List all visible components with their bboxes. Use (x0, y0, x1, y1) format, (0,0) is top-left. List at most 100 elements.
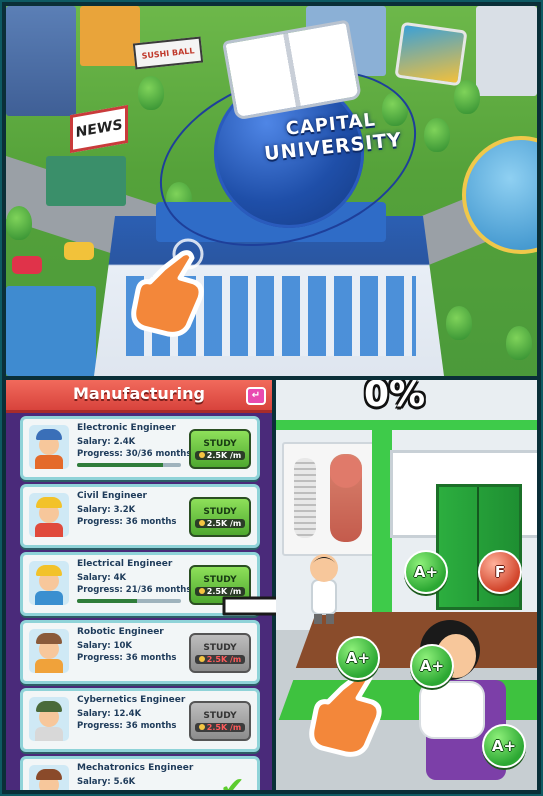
job-title: Cybernetics Engineer (77, 695, 186, 705)
coin-icon (198, 587, 205, 594)
muscle-figure (330, 454, 362, 542)
job-salary: Salary: 2.4K (77, 437, 136, 447)
avatar-body (35, 727, 63, 741)
progress-bar (77, 599, 181, 603)
job-salary: Salary: 10K (77, 641, 133, 651)
study-cost: 2.5K /m (194, 518, 246, 528)
anatomy-poster (282, 442, 376, 556)
grade-a-plus-bubble[interactable]: A+ (410, 644, 454, 688)
tap-hand-icon (131, 238, 204, 337)
building (6, 6, 76, 116)
engineer-avatar (29, 629, 69, 673)
tree (506, 326, 532, 360)
study-button-label: STUDY (203, 710, 237, 721)
study-button[interactable]: STUDY 2.5K /m (189, 497, 251, 537)
tree (138, 76, 164, 110)
job-panel: Manufacturing ↵ Electronic Engineer Salar… (6, 380, 272, 790)
job-salary: Salary: 5.6K (77, 777, 136, 787)
job-salary: Salary: 3.2K (77, 505, 136, 515)
avatar-hat (36, 633, 62, 644)
study-button-label: STUDY (203, 642, 237, 653)
building (6, 286, 96, 376)
study-cost-text: 2.5K /m (206, 518, 242, 528)
job-salary: Salary: 4K (77, 573, 127, 583)
car (64, 242, 94, 260)
engineer-avatar (29, 493, 69, 537)
study-cost: 2.5K /m (194, 722, 246, 732)
progress-bar-fill (77, 463, 164, 467)
door-split (477, 487, 479, 601)
job-progress: Progress: 30/36 months (77, 449, 192, 459)
job-progress: Progress: 21/36 months (77, 585, 192, 595)
job-title: Electronic Engineer (77, 423, 176, 433)
engineer-avatar (29, 765, 69, 790)
engineer-avatar (29, 697, 69, 741)
avatar-hat (36, 497, 62, 508)
shop-sign: SUSHI BALL (132, 36, 204, 70)
avatar-body (35, 455, 63, 469)
tree (454, 80, 480, 114)
car (12, 256, 42, 274)
study-button[interactable]: STUDY 2.5K /m (189, 633, 251, 673)
grade-a-plus-bubble[interactable]: A+ (336, 636, 380, 680)
engineer-avatar (29, 561, 69, 605)
progress-percent: 0% (364, 380, 426, 415)
panel-title: Manufacturing (73, 384, 205, 403)
app-frame: NEWS SUSHI BALL CAPITAL UNIVERSITY Manuf… (0, 0, 543, 796)
checkmark-icon: ✔ (219, 771, 245, 790)
progress-bar (77, 463, 181, 467)
job-card[interactable]: Cybernetics Engineer Salary: 12.4K Progres… (20, 688, 260, 752)
tree (446, 306, 472, 340)
avatar-hat (36, 769, 62, 780)
study-button-label: STUDY (203, 438, 237, 449)
study-button-label: STUDY (203, 574, 237, 585)
study-button[interactable]: STUDY 2.5K /m (189, 429, 251, 469)
avatar-hat (36, 565, 62, 576)
building (46, 156, 126, 206)
job-progress: Progress: 36 months (77, 653, 177, 663)
grade-a-plus-bubble[interactable]: A+ (482, 724, 526, 768)
job-progress: Progress: 36 months (77, 721, 177, 731)
job-card[interactable]: Robotic Engineer Salary: 10K Progress: 36 … (20, 620, 260, 684)
city-scene: NEWS SUSHI BALL CAPITAL UNIVERSITY (6, 6, 537, 376)
avatar-hat (36, 429, 62, 440)
grade-a-plus-bubble[interactable]: A+ (404, 550, 448, 594)
study-cost: 2.5K /m (194, 450, 246, 460)
job-card[interactable]: Mechatronics Engineer Salary: 5.6K ✔ (20, 756, 260, 790)
job-title: Civil Engineer (77, 491, 147, 501)
student-figure (310, 554, 338, 624)
job-card[interactable]: Civil Engineer Salary: 3.2K Progress: 36 m… (20, 484, 260, 548)
coin-icon (198, 655, 205, 662)
job-title: Robotic Engineer (77, 627, 164, 637)
avatar-hat (36, 701, 62, 712)
study-cost-text: 2.5K /m (206, 722, 242, 732)
study-cost-text: 2.5K /m (206, 654, 242, 664)
progress-bar-fill (77, 599, 138, 603)
avatar-body (35, 523, 63, 537)
study-button[interactable]: STUDY 2.5K /m (189, 701, 251, 741)
job-salary: Salary: 12.4K (77, 709, 142, 719)
tree (424, 118, 450, 152)
back-arrow-icon[interactable]: ↵ (246, 387, 266, 405)
engineer-avatar (29, 425, 69, 469)
building (476, 6, 537, 96)
job-card[interactable]: Electronic Engineer Salary: 2.4K Progress:… (20, 416, 260, 480)
billboard (394, 21, 468, 87)
job-progress: Progress: 36 months (77, 517, 177, 527)
skeleton-figure (294, 458, 316, 538)
job-title: Mechatronics Engineer (77, 763, 194, 773)
building (80, 6, 140, 66)
job-title: Electrical Engineer (77, 559, 173, 569)
coin-icon (198, 451, 205, 458)
study-cost: 2.5K /m (194, 654, 246, 664)
study-button-label: STUDY (203, 506, 237, 517)
panel-header: Manufacturing ↵ (6, 380, 272, 413)
avatar-body (35, 591, 63, 605)
grade-f-bubble[interactable]: F (478, 550, 522, 594)
wall-trim (276, 420, 537, 430)
study-cost-text: 2.5K /m (206, 450, 242, 460)
classroom-scene: 0% A+ F A+ A+ A+ (276, 380, 537, 790)
avatar-body (35, 659, 63, 673)
tree (6, 206, 32, 240)
coin-icon (198, 723, 205, 730)
